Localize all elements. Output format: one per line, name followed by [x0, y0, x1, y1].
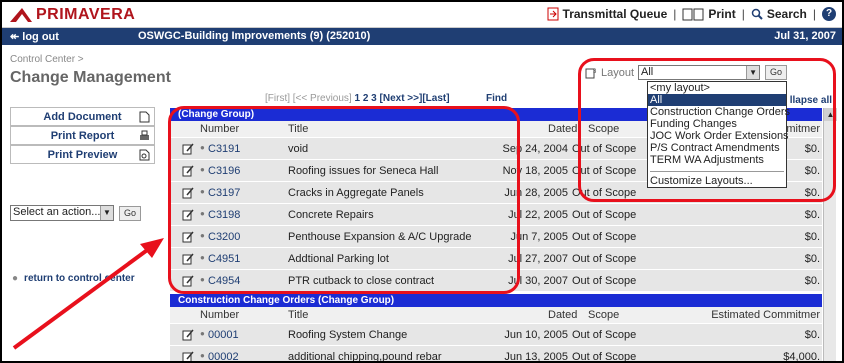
layout-option-selected[interactable]: All [648, 94, 786, 106]
layout-option[interactable]: Funding Changes [648, 118, 786, 130]
layout-option[interactable]: TERM WA Adjustments [648, 154, 786, 166]
layout-option[interactable]: P/S Contract Amendments [648, 142, 786, 154]
layout-option-customize[interactable]: Customize Layouts... [648, 175, 786, 187]
layout-option[interactable]: Construction Change Orders [648, 106, 790, 118]
layout-option[interactable]: <my layout> [648, 82, 786, 94]
layout-option[interactable]: JOC Work Order Extensions [648, 130, 789, 142]
dropdown-divider [650, 166, 784, 172]
layout-dropdown: <my layout> All Construction Change Orde… [647, 81, 790, 188]
